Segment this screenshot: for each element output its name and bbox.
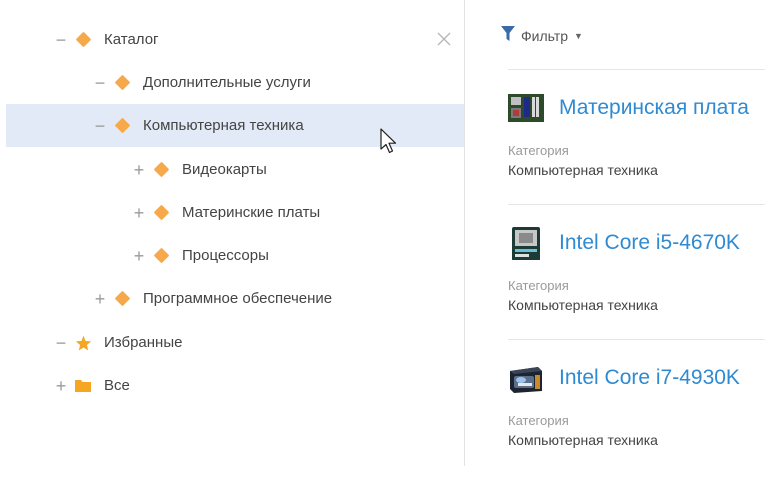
star-icon <box>68 335 98 351</box>
collapse-toggle[interactable]: − <box>54 31 68 49</box>
cpu-box-icon <box>508 226 544 260</box>
diamond-icon <box>107 117 137 134</box>
tree-item-motherboards[interactable]: + Материнские платы <box>6 191 464 234</box>
tree-item-label: Программное обеспечение <box>143 290 333 307</box>
category-value: Компьютерная техника <box>508 297 658 313</box>
separator <box>508 204 765 205</box>
intel-core-box-icon <box>508 361 544 395</box>
product-name-link[interactable]: Intel Core i7-4930K <box>559 366 740 390</box>
tree-item-catalog[interactable]: − Каталог <box>6 18 464 61</box>
mouse-cursor-icon <box>379 128 399 156</box>
catalog-tree: − Каталог − Дополнительные услуги − Комп… <box>0 0 464 466</box>
expand-toggle[interactable]: + <box>132 247 146 265</box>
expand-toggle[interactable]: + <box>93 290 107 308</box>
category-label: Категория <box>508 278 569 293</box>
tree-item-label: Дополнительные услуги <box>143 74 311 91</box>
close-icon[interactable] <box>434 29 454 49</box>
separator <box>508 69 765 70</box>
tree-item-label: Процессоры <box>182 247 269 264</box>
category-label: Категория <box>508 413 569 428</box>
tree-item-label: Компьютерная техника <box>143 117 304 134</box>
filter-label: Фильтр <box>521 27 569 44</box>
diamond-icon <box>107 74 137 91</box>
tree-item-label: Материнские платы <box>182 204 321 221</box>
tree-item-additional-services[interactable]: − Дополнительные услуги <box>6 61 464 104</box>
funnel-icon <box>501 26 515 45</box>
product-name-link[interactable]: Материнская плата <box>559 96 749 120</box>
separator <box>508 339 765 340</box>
tree-item-label: Избранные <box>104 334 183 351</box>
collapse-toggle[interactable]: − <box>93 117 107 135</box>
filter-button[interactable]: Фильтр ▼ <box>501 26 583 45</box>
category-value: Компьютерная техника <box>508 162 658 178</box>
tree-item-software[interactable]: + Программное обеспечение <box>6 277 464 320</box>
tree-item-processors[interactable]: + Процессоры <box>6 234 464 277</box>
collapse-toggle[interactable]: − <box>93 74 107 92</box>
diamond-icon <box>146 161 176 178</box>
category-label: Категория <box>508 143 569 158</box>
diamond-icon <box>146 204 176 221</box>
chevron-down-icon: ▼ <box>574 30 583 41</box>
tree-item-favorites[interactable]: − Избранные <box>6 321 464 364</box>
diamond-icon <box>146 247 176 264</box>
expand-toggle[interactable]: + <box>54 377 68 395</box>
diamond-icon <box>68 31 98 48</box>
folder-icon <box>68 378 98 393</box>
tree-item-label: Каталог <box>104 31 159 48</box>
expand-toggle[interactable]: + <box>132 204 146 222</box>
diamond-icon <box>107 290 137 307</box>
tree-item-label: Все <box>104 377 130 394</box>
category-value: Компьютерная техника <box>508 432 658 448</box>
expand-toggle[interactable]: + <box>132 161 146 179</box>
tree-item-label: Видеокарты <box>182 161 267 178</box>
product-name-link[interactable]: Intel Core i5-4670K <box>559 231 740 255</box>
product-card[interactable]: Материнская плата Категория Компьютерная… <box>508 89 765 219</box>
motherboard-icon <box>508 91 544 125</box>
results-panel: Фильтр ▼ Материнская плата Категория Ком… <box>465 0 765 466</box>
product-card[interactable]: Intel Core i5-4670K Категория Компьютерн… <box>508 224 765 354</box>
collapse-toggle[interactable]: − <box>54 334 68 352</box>
product-card[interactable]: Intel Core i7-4930K Категория Компьютерн… <box>508 359 765 489</box>
tree-item-all[interactable]: + Все <box>6 364 464 407</box>
